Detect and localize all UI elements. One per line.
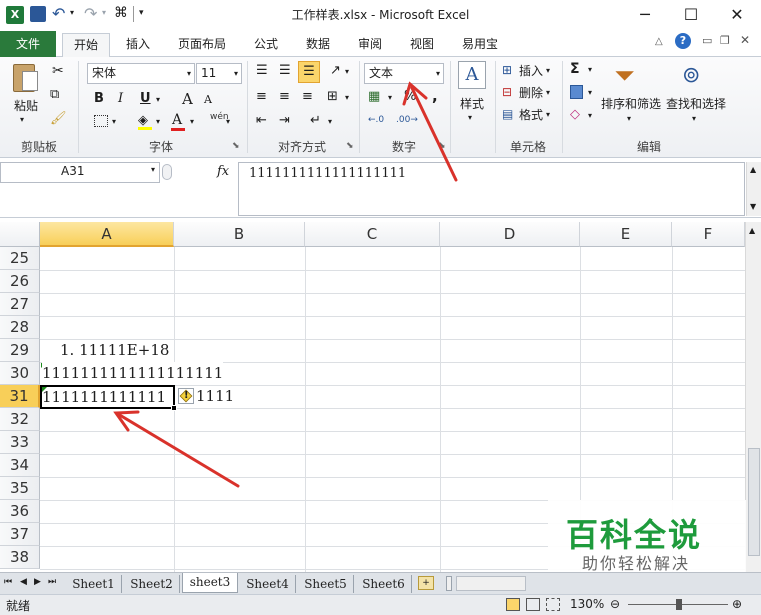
sheet-tab-4[interactable]: Sheet4: [240, 575, 296, 593]
first-sheet-icon[interactable]: ⏮: [4, 577, 12, 587]
page-layout-view-icon[interactable]: [526, 598, 540, 611]
sheet-tabs-bar: ⏮ ◀ ▶ ⏭ Sheet1 Sheet2 sheet3 Sheet4 Shee…: [0, 572, 761, 594]
prev-sheet-icon[interactable]: ◀: [20, 577, 27, 587]
next-sheet-icon[interactable]: ▶: [34, 577, 41, 587]
watermark-subtitle: 助你轻松解决: [582, 554, 691, 573]
zoom-out-icon[interactable]: ⊖: [610, 597, 620, 611]
arrow-to-cell: [116, 412, 240, 488]
status-ready: 就绪: [6, 599, 31, 613]
horizontal-scrollbar[interactable]: [456, 576, 526, 591]
scroll-up-icon[interactable]: ▲: [749, 226, 755, 235]
vertical-scroll-thumb[interactable]: [748, 448, 760, 556]
zoom-slider-thumb[interactable]: [676, 599, 682, 610]
status-bar: 就绪 130% ⊖ ⊕: [0, 594, 761, 615]
sheet-tab-5[interactable]: Sheet5: [298, 575, 354, 593]
watermark: 百科全说 助你轻松解决: [548, 500, 746, 573]
vertical-scrollbar[interactable]: ▲: [745, 222, 761, 572]
arrow-to-number-format: [410, 86, 458, 182]
sheet-tab-1[interactable]: Sheet1: [66, 575, 122, 593]
zoom-in-icon[interactable]: ⊕: [732, 597, 742, 611]
page-break-view-icon[interactable]: [546, 598, 560, 611]
zoom-level[interactable]: 130%: [570, 597, 604, 611]
sheet-tab-3[interactable]: sheet3: [182, 573, 238, 593]
last-sheet-icon[interactable]: ⏭: [48, 577, 56, 587]
tab-split-handle[interactable]: [446, 576, 452, 591]
new-sheet-icon[interactable]: +: [418, 576, 434, 590]
sheet-tab-2[interactable]: Sheet2: [124, 575, 180, 593]
sheet-tab-6[interactable]: Sheet6: [356, 575, 412, 593]
normal-view-icon[interactable]: [506, 598, 520, 611]
